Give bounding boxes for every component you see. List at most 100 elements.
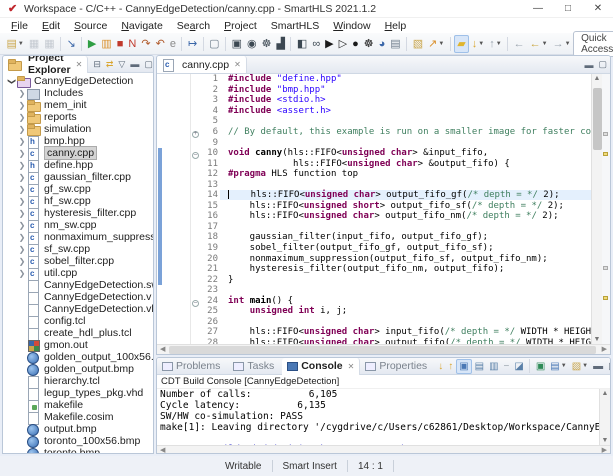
code-line-4[interactable]: 4#include <assert.h> (191, 106, 591, 117)
dropdown-arrow-icon[interactable]: ▼ (561, 363, 567, 369)
code-line-27[interactable]: 27 hls::FIFO<unsigned char> input_fifo(/… (191, 327, 591, 338)
code-text[interactable]: int main() { (220, 296, 591, 306)
console-vertical-scrollbar[interactable]: ▲ ▼ (599, 389, 610, 445)
overview-ruler[interactable] (602, 74, 610, 344)
minimize-window-button[interactable]: — (523, 0, 553, 18)
fold-toggle-icon[interactable]: – (191, 295, 200, 307)
sw-hw-partition-button[interactable]: ◧ (295, 35, 309, 53)
code-text[interactable]: #pragma HLS function top (220, 169, 591, 179)
project-explorer-tab[interactable]: Project Explorer ✕ (3, 56, 88, 73)
tree-item-sf-sw-cpp[interactable]: ❯sf_sw.cpp (3, 243, 153, 255)
tree-item-mem-init[interactable]: ❯mem_init (3, 99, 153, 111)
annotation-mark[interactable] (603, 132, 608, 136)
expander-icon[interactable]: ❯ (17, 125, 27, 134)
build-button[interactable]: ↘ (65, 35, 78, 53)
scroll-right-arrow[interactable]: ▶ (602, 345, 607, 355)
code-line-23[interactable]: 23 (191, 285, 591, 296)
code-text[interactable]: #include <stdio.h> (220, 95, 591, 105)
console-tab-properties[interactable]: Properties (360, 358, 435, 375)
close-view-icon[interactable]: ✕ (76, 60, 83, 69)
profiling-chart-button[interactable]: ▟ (274, 35, 286, 53)
code-line-19[interactable]: 19 sobel_filter(output_fifo_gf, output_f… (191, 243, 591, 254)
tree-item-cannyedgedetection-vhd[interactable]: CannyEdgeDetection.vhd (3, 303, 153, 315)
tree-item-makefile[interactable]: makefile (3, 399, 153, 411)
expander-icon[interactable]: ❯ (17, 221, 27, 230)
minimize-view-icon[interactable]: ▬ (130, 59, 139, 69)
code-line-15[interactable]: 15 hls::FIFO<unsigned short> output_fifo… (191, 201, 591, 212)
code-text[interactable]: // By default, this example is run on a … (220, 127, 591, 137)
editor-vertical-scrollbar[interactable]: ▲ ▼ (591, 74, 602, 344)
step-filters-button[interactable]: e (168, 35, 178, 53)
code-line-5[interactable]: 5 (191, 116, 591, 127)
code-line-26[interactable]: 26 (191, 317, 591, 328)
code-text[interactable]: void canny(hls::FIFO<unsigned char> &inp… (220, 148, 591, 158)
code-text[interactable]: } (220, 275, 591, 285)
back-button[interactable]: ←▼ (528, 35, 550, 53)
code-line-10[interactable]: –10void canny(hls::FIFO<unsigned char> &… (191, 148, 591, 159)
code-text[interactable]: hls::FIFO<unsigned char> output_fifo_gf(… (220, 190, 591, 200)
minimize-view-icon[interactable]: ▬ (584, 60, 593, 70)
last-edit-location-button[interactable]: ← (512, 35, 527, 53)
tree-item-legup-types-pkg-vhd[interactable]: legup_types_pkg.vhd (3, 387, 153, 399)
tree-item-cannyedgedetection-sw-binary[interactable]: CannyEdgeDetection.sw_binary (3, 279, 153, 291)
scroll-left-arrow[interactable]: ◀ (160, 345, 165, 355)
tree-item-nonmaximum-suppression-cpp[interactable]: ❯nonmaximum_suppression.cpp (3, 231, 153, 243)
open-folder-button[interactable]: ▧ (411, 35, 425, 53)
code-line-11[interactable]: 11 hls::FIFO<unsigned char> &output_fifo… (191, 158, 591, 169)
code-line-24[interactable]: –24int main() { (191, 295, 591, 306)
scrollbar-thumb[interactable] (593, 88, 602, 150)
tree-item-output-bmp[interactable]: output.bmp (3, 423, 153, 435)
collapse-all-icon[interactable]: ⊟ (93, 59, 101, 70)
expander-icon[interactable]: ❯ (17, 101, 27, 110)
dropdown-arrow-icon[interactable]: ▼ (542, 41, 548, 47)
code-line-3[interactable]: 3#include <stdio.h> (191, 95, 591, 106)
code-text[interactable]: hls::FIFO<unsigned char> input_fifo(/* d… (220, 327, 591, 337)
code-text[interactable]: nonmaximum_suppression(output_fifo_sf, o… (220, 254, 591, 264)
menu-search[interactable]: Search (170, 20, 217, 32)
previous-console-button[interactable]: ↑ (446, 359, 455, 374)
code-line-22[interactable]: 22} (191, 274, 591, 285)
expander-icon[interactable]: ❯ (17, 137, 27, 146)
expander-icon[interactable]: ❯ (17, 269, 27, 278)
tree-item-gf-sw-cpp[interactable]: ❯gf_sw.cpp (3, 183, 153, 195)
maximize-view-button[interactable]: ▢ (606, 359, 611, 374)
run-software-button[interactable]: ▶ (323, 35, 335, 53)
maximize-window-button[interactable]: □ (553, 0, 583, 18)
report-button[interactable]: ▤ (388, 35, 402, 53)
tree-item-util-cpp[interactable]: ❯util.cpp (3, 267, 153, 279)
tree-item-golden-output-100x56-bmp[interactable]: golden_output_100x56.bmp (3, 351, 153, 363)
save-button[interactable]: ▦ (27, 35, 41, 53)
tree-item-gaussian-filter-cpp[interactable]: ❯gaussian_filter.cpp (3, 171, 153, 183)
annotation-mark[interactable] (603, 266, 608, 270)
menu-window[interactable]: Window (326, 20, 377, 32)
menu-smarthls[interactable]: SmartHLS (264, 20, 326, 32)
scrollbar-thumb[interactable] (169, 346, 596, 354)
code-line-12[interactable]: 12#pragma HLS function top (191, 169, 591, 180)
console-horizontal-scrollbar[interactable]: ◀ ▶ (157, 445, 610, 453)
forward-button[interactable]: →▼ (551, 35, 573, 53)
dropdown-arrow-icon[interactable]: ▼ (18, 41, 24, 47)
dropdown-arrow-icon[interactable]: ▼ (438, 41, 444, 47)
tree-item-sobel-filter-cpp[interactable]: ❯sobel_filter.cpp (3, 255, 153, 267)
code-text[interactable]: hysteresis_filter(output_fifo_nm, output… (220, 264, 591, 274)
dropdown-arrow-icon[interactable]: ▼ (496, 41, 502, 47)
menu-edit[interactable]: Edit (35, 20, 67, 32)
expander-icon[interactable]: ❯ (17, 257, 27, 266)
code-line-16[interactable]: 16 hls::FIFO<unsigned char> output_fifo_… (191, 211, 591, 222)
dropdown-arrow-icon[interactable]: ▼ (565, 41, 571, 47)
code-line-14[interactable]: 14 hls::FIFO<unsigned char> output_fifo_… (191, 190, 591, 201)
run-accelerated-button[interactable]: ▷ (337, 35, 349, 53)
code-line-13[interactable]: 13 (191, 179, 591, 190)
tree-item-canny-cpp[interactable]: ❯canny.cpp (3, 147, 153, 159)
code-text[interactable]: unsigned int i, j; (220, 306, 591, 316)
menu-source[interactable]: Source (67, 20, 114, 32)
tree-item-cannyedgedetection[interactable]: ❯CannyEdgeDetection (3, 75, 153, 87)
code-text[interactable]: hls::FIFO<unsigned short> output_fifo_sf… (220, 201, 591, 211)
show-console-on-error-button[interactable]: ▤ (473, 359, 486, 374)
expander-icon[interactable]: ❯ (17, 185, 27, 194)
tree-item-define-hpp[interactable]: ❯define.hpp (3, 159, 153, 171)
menu-project[interactable]: Project (217, 20, 264, 32)
tree-item-makefile-cosim[interactable]: Makefile.cosim (3, 411, 153, 423)
link-with-editor-icon[interactable]: ⇄ (106, 59, 114, 70)
expander-icon[interactable]: ❯ (17, 197, 27, 206)
